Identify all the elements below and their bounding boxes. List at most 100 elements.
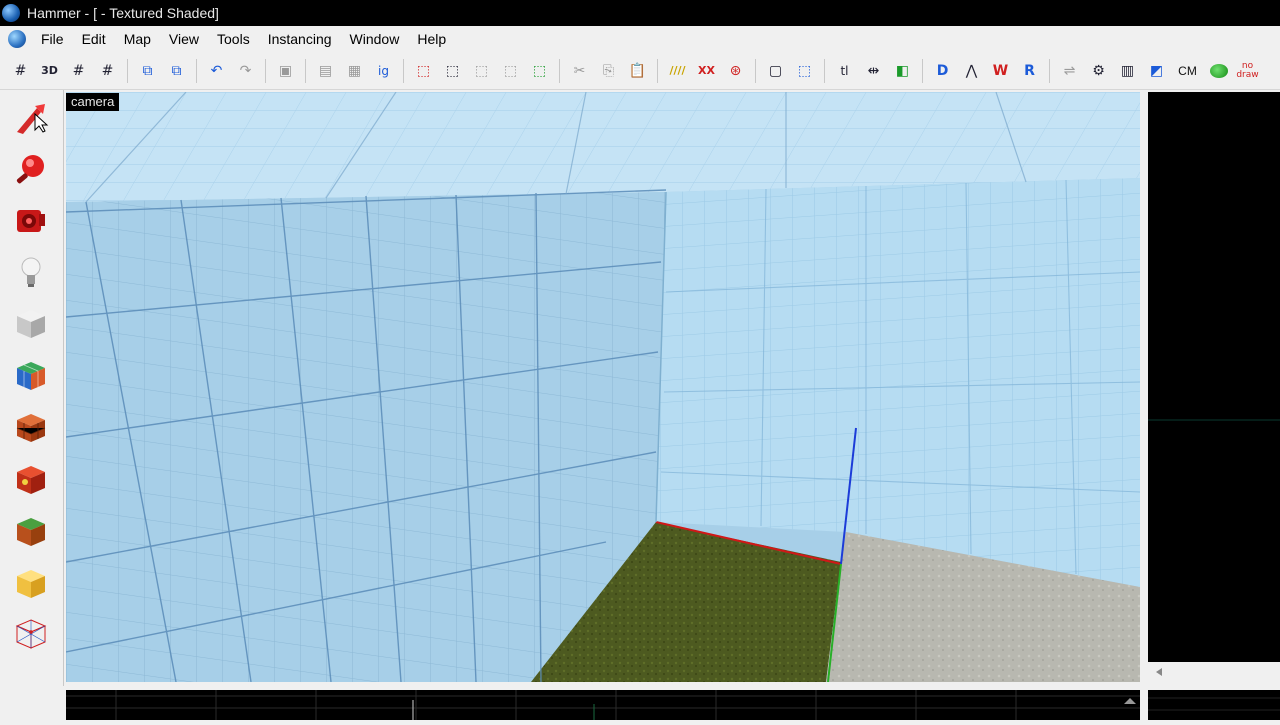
- selection-box-icon[interactable]: ⬚: [411, 58, 437, 84]
- entity-tool[interactable]: [6, 248, 56, 296]
- sliders-icon[interactable]: ⇌: [1057, 58, 1083, 84]
- block-tool[interactable]: [6, 300, 56, 348]
- menu-window[interactable]: Window: [341, 28, 409, 50]
- magnify-tool[interactable]: [6, 146, 56, 194]
- document-globe-icon[interactable]: [8, 30, 26, 48]
- texture-application-tool[interactable]: [6, 352, 56, 400]
- overlay-icon[interactable]: ▥: [1115, 58, 1141, 84]
- carve-icon[interactable]: ▣: [273, 58, 299, 84]
- hollow-icon[interactable]: ▤: [313, 58, 339, 84]
- apply-texture-icon: [16, 414, 46, 442]
- smaller-grid-icon[interactable]: #: [66, 58, 92, 84]
- clip-icon: [17, 570, 45, 598]
- menu-bar: File Edit Map View Tools Instancing Wind…: [0, 26, 1280, 52]
- toolbar-separator: [196, 58, 197, 83]
- vertex-tool[interactable]: [6, 610, 56, 658]
- nodraw-label-bottom: draw: [1236, 69, 1259, 80]
- side-2d-viewport[interactable]: [66, 690, 1140, 720]
- ignore-grouping-icon[interactable]: ig: [371, 58, 397, 84]
- camera-viewport[interactable]: [66, 92, 1140, 682]
- copy-icon[interactable]: ⬚: [469, 58, 495, 84]
- left-wall-surface: [66, 192, 666, 682]
- ungroup-icon[interactable]: ⧉: [164, 58, 190, 84]
- selection-tool[interactable]: [6, 96, 56, 144]
- cubes-icon[interactable]: ◩: [1144, 58, 1170, 84]
- overlay-cube-icon: [17, 518, 45, 546]
- paste-special-icon[interactable]: ⬚: [527, 58, 553, 84]
- magnifier-icon: [16, 155, 44, 184]
- display-r-icon[interactable]: R: [1017, 58, 1043, 84]
- menu-help[interactable]: Help: [408, 28, 455, 50]
- undo-icon[interactable]: ↶: [204, 58, 230, 84]
- to-world-icon[interactable]: ▢: [763, 58, 789, 84]
- menu-view[interactable]: View: [160, 28, 208, 50]
- top-2d-viewport[interactable]: [1148, 92, 1280, 662]
- 3d-scene: [66, 92, 1140, 682]
- viewport-splitter-vertical[interactable]: [1140, 92, 1148, 690]
- toolbar-separator: [1049, 58, 1050, 83]
- viewport-splitter-horizontal[interactable]: [64, 682, 1148, 690]
- flip-icon[interactable]: ◧: [890, 58, 916, 84]
- display-d-icon[interactable]: D: [930, 58, 956, 84]
- green-leaf-icon[interactable]: [1206, 58, 1232, 84]
- display-w-icon[interactable]: W: [988, 58, 1014, 84]
- camera-view-label[interactable]: camera: [66, 93, 120, 111]
- apply-current-texture-tool[interactable]: [6, 404, 56, 452]
- paste-clip-icon[interactable]: 📋: [625, 58, 651, 84]
- hammer-app-icon: [2, 4, 20, 22]
- hazard-icon[interactable]: ////: [665, 58, 691, 84]
- vertex-icon: [15, 619, 47, 649]
- toolbar-separator: [922, 58, 923, 83]
- toolbar-separator: [265, 58, 266, 83]
- scroll-up-arrow-icon: [1124, 698, 1136, 704]
- 2d-grid-bottom-right: [1148, 697, 1280, 711]
- menu-tools[interactable]: Tools: [208, 28, 259, 50]
- toolbar-separator: [127, 58, 128, 83]
- grid-icon[interactable]: #: [8, 58, 34, 84]
- redo-icon[interactable]: ↷: [233, 58, 259, 84]
- toolbar-separator: [657, 58, 658, 83]
- hazard-x-icon[interactable]: XX: [694, 58, 720, 84]
- menu-file[interactable]: File: [32, 28, 73, 50]
- paste-icon[interactable]: ⬚: [498, 58, 524, 84]
- arrow-pointer-icon: [17, 104, 49, 134]
- toolbar-separator: [559, 58, 560, 83]
- gear-icon[interactable]: ⚙: [1086, 58, 1112, 84]
- copy-clip-icon[interactable]: ⎘: [596, 58, 622, 84]
- cut-icon[interactable]: ✂: [567, 58, 593, 84]
- to-entity-icon[interactable]: ⬚: [792, 58, 818, 84]
- run-map-icon[interactable]: ⊛: [723, 58, 749, 84]
- front-2d-viewport[interactable]: [1148, 690, 1280, 720]
- decal-tool[interactable]: [6, 456, 56, 504]
- overlay-tool[interactable]: [6, 508, 56, 556]
- texture-lock-icon[interactable]: ▦: [342, 58, 368, 84]
- cm-button[interactable]: CM: [1173, 58, 1203, 84]
- clipping-tool[interactable]: [6, 560, 56, 608]
- 2d-grid: [1148, 419, 1280, 421]
- camera-icon: [17, 210, 45, 232]
- right-viewport-scrollbar[interactable]: [1148, 662, 1280, 686]
- toolbar-separator: [305, 58, 306, 83]
- 3d-grid-icon[interactable]: 3D: [37, 58, 63, 84]
- align-icon[interactable]: tl: [832, 58, 858, 84]
- toolbar-separator: [755, 58, 756, 83]
- display-path-icon[interactable]: ⋀: [959, 58, 985, 84]
- camera-tool[interactable]: [6, 196, 56, 244]
- group-icon[interactable]: ⧉: [135, 58, 161, 84]
- nodraw-button[interactable]: no draw: [1235, 58, 1261, 84]
- block-icon: [17, 310, 45, 338]
- toolbar-separator: [403, 58, 404, 83]
- main-toolbar: # 3D # # ⧉ ⧉ ↶ ↷ ▣ ▤ ▦ ig ⬚ ⬚ ⬚ ⬚ ⬚ ✂ ⎘ …: [0, 52, 1280, 90]
- select-icon[interactable]: ⬚: [440, 58, 466, 84]
- move-icon[interactable]: ⇹: [861, 58, 887, 84]
- lightbulb-icon: [21, 257, 41, 287]
- menu-map[interactable]: Map: [115, 28, 160, 50]
- window-title: Hammer - [ - Textured Shaded]: [27, 5, 219, 21]
- texture-cube-icon: [17, 362, 45, 390]
- menu-instancing[interactable]: Instancing: [259, 28, 341, 50]
- decal-icon: [17, 466, 45, 494]
- title-bar: Hammer - [ - Textured Shaded]: [0, 0, 1280, 26]
- menu-edit[interactable]: Edit: [73, 28, 115, 50]
- green-leaf-shape: [1209, 63, 1228, 78]
- larger-grid-icon[interactable]: #: [95, 58, 121, 84]
